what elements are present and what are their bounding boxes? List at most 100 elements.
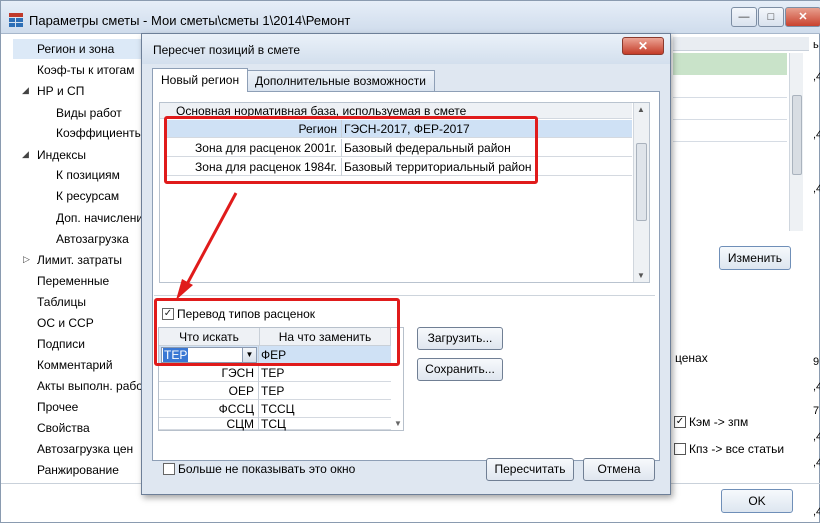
tree-item-coefficients[interactable]: Коэффициенты: [56, 123, 143, 143]
table-row[interactable]: ФССЦ ТССЦ: [159, 400, 391, 418]
tree-item-acts[interactable]: Акты выполн. рабо: [37, 376, 143, 396]
find-cell[interactable]: ОЕР: [159, 382, 259, 400]
column-header-find[interactable]: Что искать: [159, 328, 260, 346]
replace-cell[interactable]: ТССЦ: [261, 400, 295, 418]
row-label: Регион: [166, 120, 342, 138]
collapse-arrow-icon[interactable]: ◢: [22, 85, 29, 96]
save-button[interactable]: Сохранить...: [417, 358, 503, 381]
convert-types-label: Перевод типов расценок: [177, 307, 316, 321]
edge-fragment: ,4: [813, 129, 820, 141]
minimize-button[interactable]: —: [731, 7, 757, 27]
tree-item-region-zone[interactable]: Регион и зона: [13, 39, 143, 59]
replace-cell[interactable]: ТСЦ: [261, 418, 286, 430]
row-label: Зона для расценок 2001г.: [166, 139, 342, 157]
table-row[interactable]: Зона для расценок 1984г. Базовый террито…: [166, 158, 632, 176]
tree-item-tables[interactable]: Таблицы: [37, 292, 86, 312]
kem-checkbox[interactable]: ✓: [674, 416, 686, 428]
tree-item-price-autoload[interactable]: Автозагрузка цен: [37, 439, 133, 459]
find-cell[interactable]: ГЭСН: [159, 364, 259, 382]
find-cell[interactable]: ТЕР ▼: [159, 346, 259, 364]
row-divider: [673, 141, 787, 142]
tab-new-region[interactable]: Новый регион: [152, 68, 249, 92]
grid-scrollbar[interactable]: ▼: [392, 328, 404, 430]
dont-show-label: Больше не показывать это окно: [178, 462, 356, 476]
edge-fragment: ,4: [813, 381, 820, 393]
edge-fragment: 7,: [813, 405, 820, 417]
find-type-combobox[interactable]: ТЕР ▼: [161, 347, 257, 363]
edge-fragment: ,4: [813, 71, 820, 83]
column-header-replace[interactable]: На что заменить: [260, 328, 391, 346]
tree-item-other[interactable]: Прочее: [37, 397, 78, 417]
edge-fragment: ,4: [813, 506, 820, 518]
tree-item-ranking[interactable]: Ранжирование: [37, 460, 119, 480]
kem-checkbox-label: Кэм -> зпм: [689, 415, 749, 429]
table-row[interactable]: Зона для расценок 2001г. Базовый федерал…: [166, 139, 632, 157]
edge-fragment: ,4: [813, 183, 820, 195]
row-label: Зона для расценок 1984г.: [166, 158, 342, 176]
tree-item-os-ssr[interactable]: ОС и ССР: [37, 313, 94, 333]
tree-item-comment[interactable]: Комментарий: [37, 355, 113, 375]
tree-item-variables[interactable]: Переменные: [37, 271, 109, 291]
settings-tree: Регион и зона Коэф-ты к итогам ◢ НР и СП…: [13, 37, 143, 489]
cancel-button[interactable]: Отмена: [583, 458, 655, 481]
table-row[interactable]: Регион ГЭСН-2017, ФЕР-2017: [166, 120, 632, 138]
dialog-title: Пересчет позиций в смете: [153, 43, 300, 57]
change-button[interactable]: Изменить: [719, 246, 791, 270]
expand-arrow-icon[interactable]: ▷: [23, 254, 30, 265]
edge-fragment: ,4: [813, 457, 820, 469]
maximize-button[interactable]: □: [758, 7, 784, 27]
find-cell[interactable]: ФССЦ: [159, 400, 259, 418]
grid-scrollbar[interactable]: ▲ ▼: [633, 103, 649, 282]
row-value: Базовый территориальный район: [344, 160, 532, 174]
tree-item-extra-charges[interactable]: Доп. начислени: [56, 208, 143, 228]
tree-item-indexes[interactable]: Индексы: [37, 145, 86, 165]
kpz-checkbox[interactable]: [674, 443, 686, 455]
scroll-down-icon[interactable]: ▼: [394, 419, 402, 428]
convert-types-checkbox[interactable]: ✓: [162, 308, 174, 320]
normative-base-grid: Основная нормативная база, используемая …: [159, 102, 650, 283]
tree-item-autoload[interactable]: Автозагрузка: [56, 229, 129, 249]
kpz-checkbox-label: Кпз -> все статьи: [689, 442, 785, 456]
tree-item-limit-costs[interactable]: Лимит. затраты: [37, 250, 122, 270]
scrollbar-thumb[interactable]: [636, 143, 647, 221]
edge-fragment: ,4: [813, 431, 820, 443]
recalculate-button[interactable]: Пересчитать: [486, 458, 574, 481]
table-row[interactable]: ТЕР ▼ ФЕР: [159, 346, 391, 364]
scroll-up-icon[interactable]: ▲: [637, 105, 645, 114]
recalc-dialog: Пересчет позиций в смете ✕ Новый регион …: [141, 33, 671, 495]
table-row[interactable]: СЦМ ТСЦ: [159, 418, 391, 430]
combobox-value: ТЕР: [163, 348, 189, 362]
tree-item-to-resources[interactable]: К ресурсам: [56, 186, 119, 206]
find-cell[interactable]: СЦМ: [159, 418, 259, 430]
tree-item-work-types[interactable]: Виды работ: [56, 103, 122, 123]
replace-cell[interactable]: ТЕР: [261, 382, 284, 400]
scroll-down-icon[interactable]: ▼: [637, 271, 645, 280]
window-titlebar: Параметры сметы - Мои сметы\сметы 1\2014…: [1, 1, 820, 34]
collapse-arrow-icon[interactable]: ◢: [22, 149, 29, 160]
scrollbar-thumb[interactable]: [792, 95, 802, 175]
background-selected-row: [673, 53, 787, 75]
tree-item-to-positions[interactable]: К позициям: [56, 165, 120, 185]
background-scrollbar[interactable]: [789, 53, 803, 231]
dialog-close-button[interactable]: ✕: [622, 37, 664, 55]
ok-button[interactable]: OK: [721, 489, 793, 513]
load-button[interactable]: Загрузить...: [417, 327, 503, 350]
tab-additional-options[interactable]: Дополнительные возможности: [246, 70, 435, 91]
edge-fragment: ь: [813, 39, 819, 51]
type-mapping-grid: Что искать На что заменить ТЕР ▼ ФЕР ГЭС…: [158, 327, 404, 431]
background-grid-header: [673, 37, 809, 51]
window-title: Параметры сметы - Мои сметы\сметы 1\2014…: [29, 13, 351, 28]
dont-show-checkbox[interactable]: [163, 463, 175, 475]
tree-item-properties[interactable]: Свойства: [37, 418, 90, 438]
chevron-down-icon[interactable]: ▼: [242, 348, 256, 362]
tree-item-signatures[interactable]: Подписи: [37, 334, 85, 354]
replace-cell[interactable]: ФЕР: [261, 346, 286, 364]
table-row[interactable]: ГЭСН ТЕР: [159, 364, 391, 382]
tree-item-nr-sp[interactable]: НР и СП: [37, 81, 84, 101]
tree-item-total-coef[interactable]: Коэф-ты к итогам: [37, 60, 134, 80]
table-row[interactable]: ОЕР ТЕР: [159, 382, 391, 400]
dialog-titlebar: Пересчет позиций в смете ✕: [142, 34, 670, 64]
window-close-button[interactable]: ✕: [785, 7, 820, 27]
prices-text: ценах: [675, 351, 708, 365]
replace-cell[interactable]: ТЕР: [261, 364, 284, 382]
